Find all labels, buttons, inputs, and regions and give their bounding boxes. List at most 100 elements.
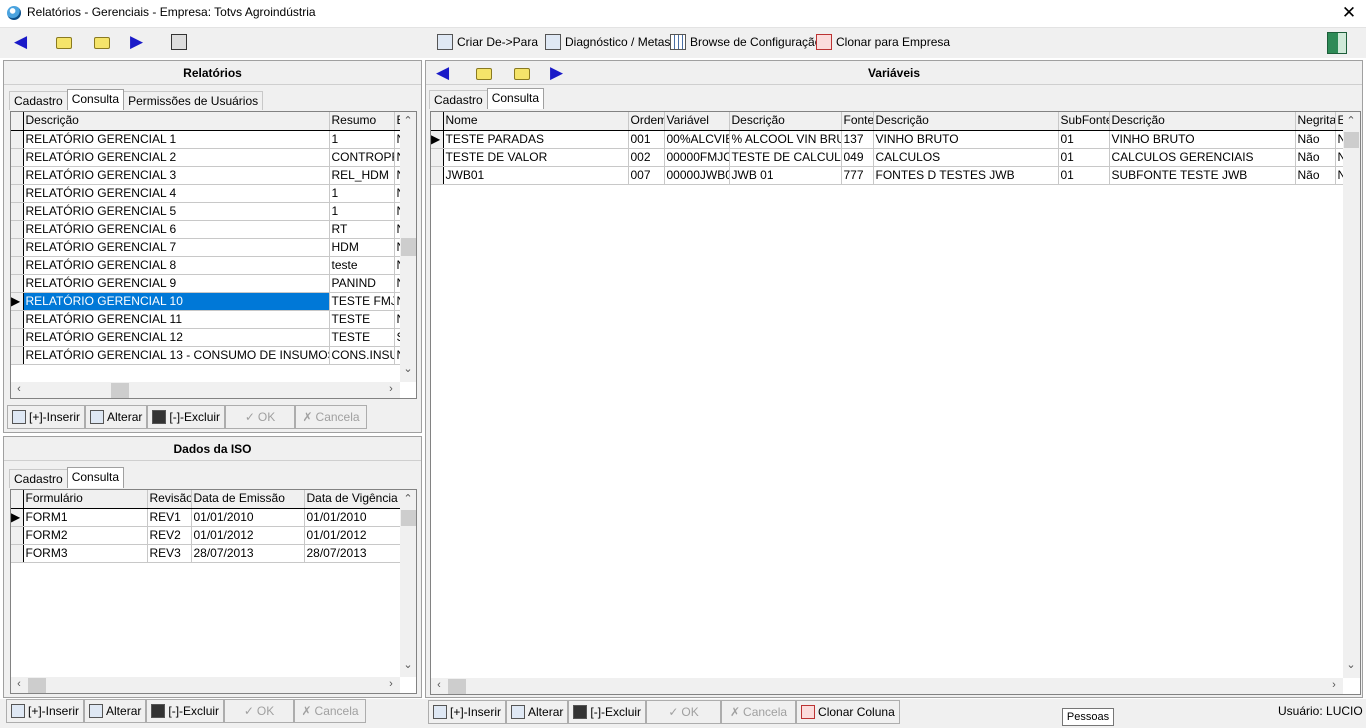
iso-vertical-scrollbar[interactable]: ⌃ ⌄ (400, 490, 416, 677)
cell-e[interactable]: N (1335, 130, 1344, 149)
clonar-coluna-button[interactable]: Clonar Coluna (796, 700, 900, 724)
table-row[interactable]: RELATÓRIO GERENCIAL 7HDMN (11, 238, 402, 257)
scroll-right-icon[interactable]: › (383, 383, 399, 395)
col-header-descricao[interactable]: Descrição (23, 112, 330, 131)
cell-fonte[interactable]: 049 (841, 148, 874, 167)
cell-descricao-subfonte[interactable]: VINHO BRUTO (1109, 130, 1296, 149)
cell-data-vigencia[interactable]: 01/01/2010 (304, 508, 402, 527)
cell-descricao-fonte[interactable]: CALCULOS (873, 148, 1059, 167)
cell-resumo[interactable]: PANIND (329, 274, 395, 293)
cell-resumo[interactable]: teste (329, 256, 395, 275)
cell-data-vigencia[interactable]: 28/07/2013 (304, 544, 402, 563)
cell-descricao[interactable]: RELATÓRIO GERENCIAL 10 (23, 292, 330, 311)
tab-consulta[interactable]: Consulta (66, 467, 125, 488)
scroll-left-icon[interactable]: ‹ (431, 679, 447, 691)
table-row[interactable]: RELATÓRIO GERENCIAL 51N (11, 202, 402, 221)
col-header-revisao[interactable]: Revisão (147, 490, 192, 509)
scroll-thumb[interactable] (28, 678, 46, 693)
col-header-fonte[interactable]: Fonte (841, 112, 874, 131)
col-header-e[interactable]: E (1335, 112, 1344, 131)
scroll-thumb[interactable] (448, 679, 466, 694)
cell-descricao[interactable]: RELATÓRIO GERENCIAL 2 (23, 148, 330, 167)
col-header-negrita[interactable]: Negrita (1295, 112, 1336, 131)
tab-consulta[interactable]: Consulta (486, 88, 545, 109)
cell-fonte[interactable]: 777 (841, 166, 874, 185)
relatorios-horizontal-scrollbar[interactable]: ‹ › (11, 382, 400, 398)
cell-variavel[interactable]: 00%ALCVIBR (664, 130, 730, 149)
cell-revisao[interactable]: REV3 (147, 544, 192, 563)
variaveis-forward-arrow-icon[interactable]: ▶ (550, 63, 563, 83)
scroll-thumb[interactable] (401, 238, 416, 256)
hand-left-icon[interactable] (476, 68, 492, 80)
cell-negrita[interactable]: Não (1295, 148, 1336, 167)
table-row[interactable]: RELATÓRIO GERENCIAL 9PANINDN (11, 274, 402, 293)
cancela-button[interactable]: ✗ Cancela (721, 700, 797, 724)
scroll-down-icon[interactable]: ⌄ (400, 658, 416, 671)
cell-negrita[interactable]: Não (1295, 166, 1336, 185)
scroll-down-icon[interactable]: ⌄ (1343, 658, 1359, 671)
alterar-button[interactable]: Alterar (84, 699, 147, 723)
cancela-button[interactable]: ✗ Cancela (294, 699, 367, 723)
inserir-button[interactable]: [+]-Inserir (6, 699, 85, 723)
cell-subfonte[interactable]: 01 (1058, 148, 1110, 167)
col-header-data-emissao[interactable]: Data de Emissão (191, 490, 305, 509)
col-header-subfonte[interactable]: SubFonte (1058, 112, 1110, 131)
inserir-button[interactable]: [+]-Inserir (428, 700, 507, 724)
tab-cadastro[interactable]: Cadastro (9, 91, 68, 110)
col-header-ordem[interactable]: Ordem (628, 112, 665, 131)
cell-descricao[interactable]: RELATÓRIO GERENCIAL 6 (23, 220, 330, 239)
cell-resumo[interactable]: REL_HDM (329, 166, 395, 185)
cell-formulario[interactable]: FORM2 (23, 526, 148, 545)
cell-variavel[interactable]: 00000FMJCO (664, 148, 730, 167)
col-header-descricao[interactable]: Descrição (729, 112, 842, 131)
cell-descricao-fonte[interactable]: VINHO BRUTO (873, 130, 1059, 149)
table-row[interactable]: ▶ FORM1 REV1 01/01/2010 01/01/2010 (11, 508, 402, 527)
ok-button[interactable]: ✓ OK (225, 405, 296, 429)
cell-data-emissao[interactable]: 01/01/2010 (191, 508, 305, 527)
alterar-button[interactable]: Alterar (85, 405, 148, 429)
scroll-right-icon[interactable]: › (1326, 679, 1342, 691)
cell-descricao[interactable]: RELATÓRIO GERENCIAL 11 (23, 310, 330, 329)
cancela-button[interactable]: ✗ Cancela (295, 405, 368, 429)
cell-revisao[interactable]: REV1 (147, 508, 192, 527)
cell-descricao[interactable]: RELATÓRIO GERENCIAL 7 (23, 238, 330, 257)
cell-resumo[interactable]: CONTROPR (329, 148, 395, 167)
cell-fonte[interactable]: 137 (841, 130, 874, 149)
cell-resumo[interactable]: RT (329, 220, 395, 239)
browse-configuracao-button[interactable]: Browse de Configuração (670, 30, 821, 54)
cell-data-vigencia[interactable]: 01/01/2012 (304, 526, 402, 545)
iso-horizontal-scrollbar[interactable]: ‹ › (11, 677, 400, 693)
cell-descricao-subfonte[interactable]: CALCULOS GERENCIAIS (1109, 148, 1296, 167)
cell-descricao[interactable]: RELATÓRIO GERENCIAL 3 (23, 166, 330, 185)
col-header-resumo[interactable]: Resumo (329, 112, 395, 131)
criar-de-para-button[interactable]: Criar De->Para (437, 30, 538, 54)
hand-right-icon[interactable] (514, 68, 530, 80)
cell-variavel[interactable]: 00000JWB01 (664, 166, 730, 185)
table-row[interactable]: RELATÓRIO GERENCIAL 11N (11, 130, 402, 149)
exit-door-icon[interactable] (1327, 32, 1347, 54)
col-header-descricao-fonte[interactable]: Descrição (873, 112, 1059, 131)
table-row[interactable]: RELATÓRIO GERENCIAL 8testeN (11, 256, 402, 275)
diagnostico-metas-button[interactable]: Diagnóstico / Metas (545, 30, 670, 54)
cell-e[interactable]: N (1335, 166, 1344, 185)
table-row[interactable]: FORM3 REV3 28/07/2013 28/07/2013 (11, 544, 402, 563)
scroll-up-icon[interactable]: ⌃ (400, 114, 416, 127)
cell-descricao[interactable]: RELATÓRIO GERENCIAL 13 - CONSUMO DE INSU… (23, 346, 330, 365)
cell-revisao[interactable]: REV2 (147, 526, 192, 545)
cell-formulario[interactable]: FORM1 (23, 508, 148, 527)
table-row[interactable]: RELATÓRIO GERENCIAL 3REL_HDMN (11, 166, 402, 185)
table-row[interactable]: RELATÓRIO GERENCIAL 13 - CONSUMO DE INSU… (11, 346, 402, 365)
tab-permissoes-usuarios[interactable]: Permissões de Usuários (123, 91, 264, 110)
cell-descricao[interactable]: RELATÓRIO GERENCIAL 4 (23, 184, 330, 203)
table-row[interactable]: RELATÓRIO GERENCIAL 6RTN (11, 220, 402, 239)
alterar-button[interactable]: Alterar (506, 700, 569, 724)
table-row[interactable]: RELATÓRIO GERENCIAL 12TESTES (11, 328, 402, 347)
cell-resumo[interactable]: HDM (329, 238, 395, 257)
cell-descricao-fonte[interactable]: FONTES D TESTES JWB (873, 166, 1059, 185)
cell-nome[interactable]: TESTE PARADAS (443, 130, 629, 149)
cell-ordem[interactable]: 007 (628, 166, 665, 185)
cell-descricao[interactable]: RELATÓRIO GERENCIAL 8 (23, 256, 330, 275)
variaveis-horizontal-scrollbar[interactable]: ‹ › (431, 678, 1343, 694)
scroll-thumb[interactable] (111, 383, 129, 398)
cell-resumo[interactable]: TESTE (329, 328, 395, 347)
